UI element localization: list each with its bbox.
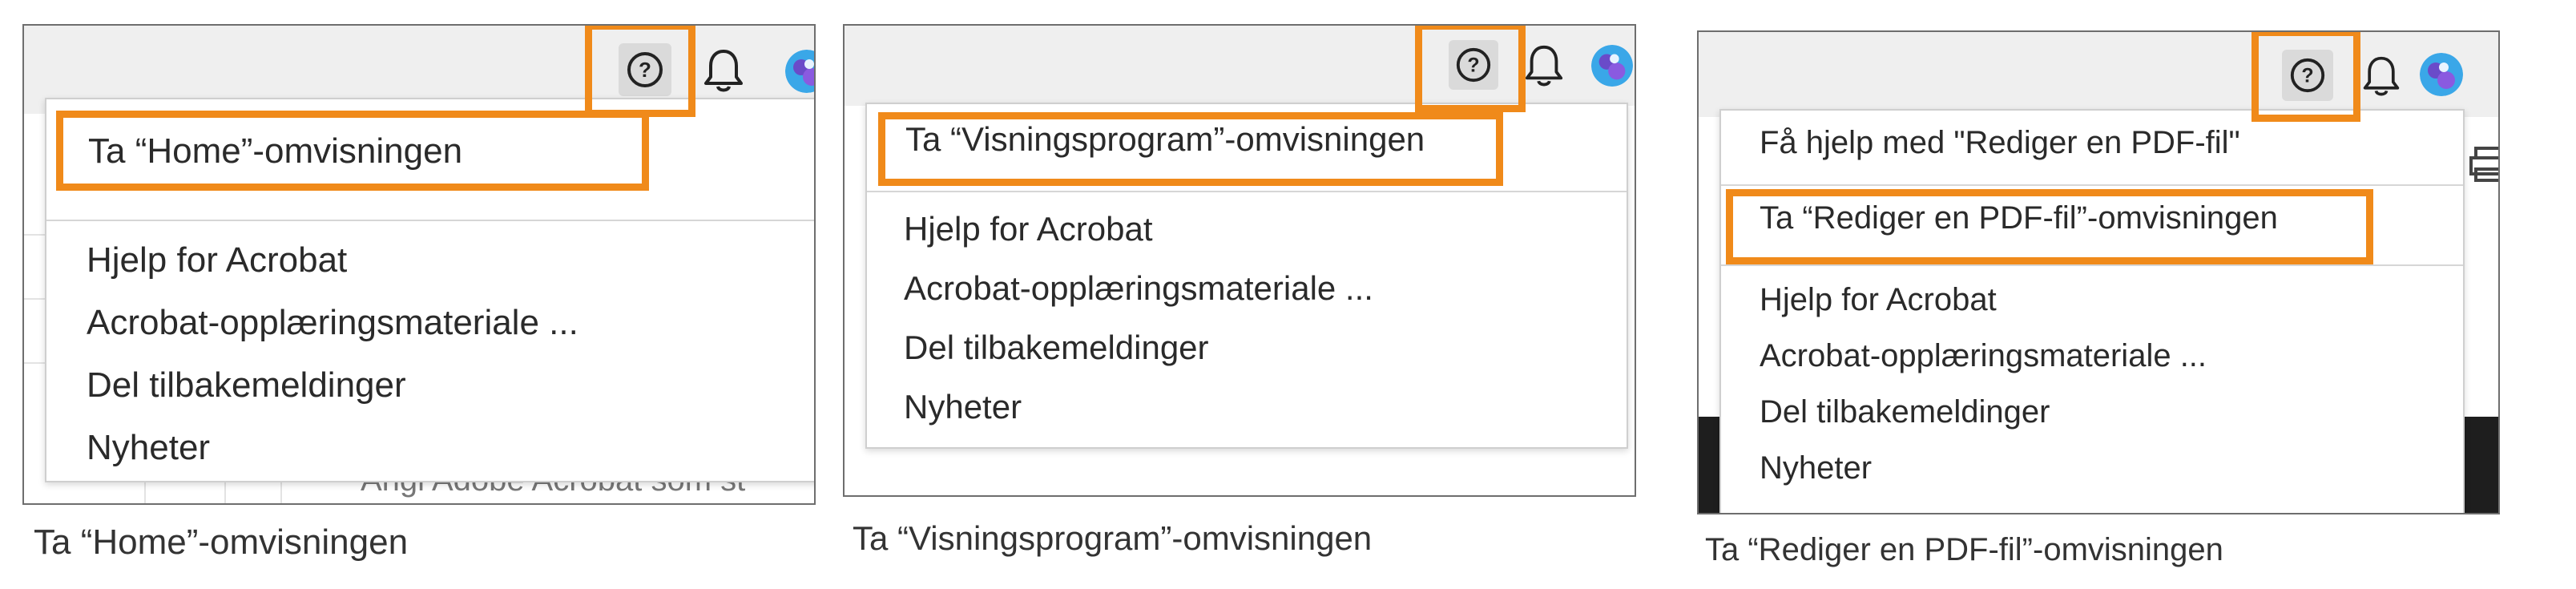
caption-edit-pdf: Ta “Rediger en PDF-fil”-omvisningen: [1705, 532, 2223, 567]
menu-item-whats-new[interactable]: Nyheter: [1760, 450, 2463, 486]
menu-item-help-for-acrobat[interactable]: Hjelp for Acrobat: [904, 210, 1627, 248]
printer-icon: [2469, 147, 2498, 182]
highlight-help-button: [2251, 32, 2360, 122]
screenshot-panel-viewer: ? Ta “Visningsprogram”-omvisningen Hjelp…: [843, 24, 1636, 497]
avatar[interactable]: [1591, 45, 1633, 87]
caption-viewer: Ta “Visningsprogram”-omvisningen: [853, 519, 1373, 557]
menu-separator: [1721, 264, 2463, 266]
menu-separator: [46, 220, 814, 221]
menu-item-whats-new[interactable]: Nyheter: [87, 428, 814, 468]
menu-item-help-for-acrobat[interactable]: Hjelp for Acrobat: [1760, 282, 2463, 318]
avatar[interactable]: [2420, 53, 2463, 96]
menu-item-acrobat-training[interactable]: Acrobat-opplæringsmateriale ...: [1760, 338, 2463, 374]
highlight-tour-item: [1726, 189, 2373, 264]
avatar-image: [1591, 45, 1633, 87]
screenshot-panel-home: Angi Adobe Acrobat som st ? Ta “Home”-om…: [22, 24, 816, 505]
avatar-image: [2420, 53, 2463, 96]
help-dropdown-menu: Få hjelp med "Rediger en PDF-fil" Ta “Re…: [1719, 109, 2465, 513]
highlight-help-button: [1415, 26, 1526, 112]
screenshot-panel-edit-pdf: ? Få hjelp med "Rediger en PDF-fil" Ta “…: [1697, 30, 2500, 514]
menu-item-share-feedback[interactable]: Del tilbakemeldinger: [904, 329, 1627, 367]
menu-item-help-for-acrobat[interactable]: Hjelp for Acrobat: [87, 240, 814, 280]
notifications-button[interactable]: [697, 43, 750, 96]
menu-item-whats-new[interactable]: Nyheter: [904, 388, 1627, 426]
print-button[interactable]: [2469, 143, 2498, 188]
menu-item-acrobat-training[interactable]: Acrobat-opplæringsmateriale ...: [904, 269, 1627, 308]
menu-separator: [1721, 184, 2463, 186]
menu-item-get-help-edit-pdf[interactable]: Få hjelp med "Rediger en PDF-fil": [1760, 125, 2463, 161]
caption-home: Ta “Home”-omvisningen: [34, 522, 409, 562]
bell-icon: [704, 50, 743, 92]
bell-icon: [2363, 56, 2400, 96]
notifications-button[interactable]: [1519, 40, 1569, 90]
menu-item-share-feedback[interactable]: Del tilbakemeldinger: [1760, 394, 2463, 430]
notifications-button[interactable]: [2357, 50, 2405, 101]
highlight-tour-item: [56, 111, 649, 191]
highlight-help-button: [585, 26, 695, 117]
bell-icon: [1525, 45, 1563, 87]
menu-item-acrobat-training[interactable]: Acrobat-opplæringsmateriale ...: [87, 303, 814, 343]
menu-item-share-feedback[interactable]: Del tilbakemeldinger: [87, 365, 814, 405]
highlight-tour-item: [878, 112, 1503, 186]
menu-separator: [867, 191, 1627, 192]
